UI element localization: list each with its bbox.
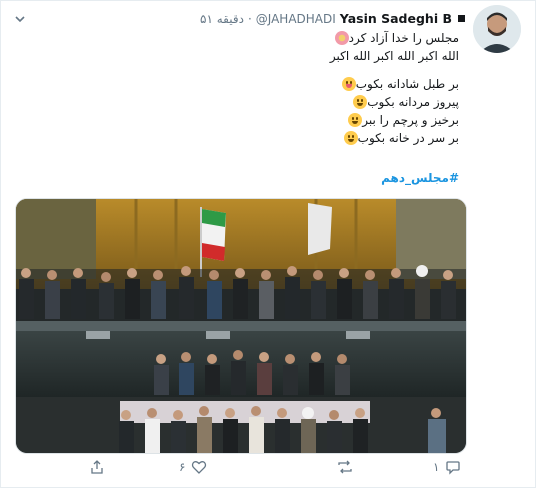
winking-tongue-face-icon <box>341 77 356 91</box>
tweet-text: مجلس را خدا آزاد کرد الله اکبر الله اکبر… <box>79 29 459 147</box>
winking-face-icon <box>353 95 368 109</box>
tweet-line: پیروز مردانه بکوب <box>79 93 459 111</box>
reply-icon <box>446 461 461 475</box>
retweet-icon <box>338 460 352 474</box>
share-button[interactable] <box>89 459 111 475</box>
tweet-line: بر طبل شادانه بکوب <box>79 75 459 93</box>
tweet-actions: ۶ ۱ <box>1 459 536 485</box>
chevron-down-icon[interactable] <box>13 12 27 26</box>
tweet-line: الله اکبر الله اکبر الله اکبر <box>329 49 459 63</box>
grinning-squint-face-icon <box>348 113 363 127</box>
hashtag-link[interactable]: #مجلس_دهم <box>381 171 459 185</box>
retweet-button[interactable] <box>331 459 353 475</box>
flag-icon <box>458 15 465 22</box>
like-button[interactable]: ۶ <box>179 459 207 475</box>
grinning-sweat-face-icon <box>343 131 358 145</box>
tweet-meta: ۵۱ دقیقه · @JAHADHADI Yasin Sadeghi B <box>200 11 465 26</box>
tweet-line: برخیز و پرچم را ببر <box>79 111 459 129</box>
author-name[interactable]: Yasin Sadeghi B <box>340 11 452 26</box>
like-count: ۶ <box>179 460 186 474</box>
tweet-line: بر سر در خانه بکوب <box>79 129 459 147</box>
tweet-line: مجلس را خدا آزاد کرد <box>79 29 459 47</box>
avatar[interactable] <box>473 5 521 53</box>
tweet-card[interactable]: ۵۱ دقیقه · @JAHADHADI Yasin Sadeghi B مج… <box>0 0 536 488</box>
cherry-blossom-icon <box>334 31 349 45</box>
reply-button[interactable]: ۱ <box>433 459 461 475</box>
tweet-time[interactable]: ۵۱ دقیقه <box>200 12 244 26</box>
heart-icon <box>192 461 207 474</box>
parliament-photo <box>16 199 466 453</box>
reply-count: ۱ <box>433 460 440 474</box>
share-icon <box>91 460 103 474</box>
author-handle[interactable]: @JAHADHADI <box>256 12 336 26</box>
meta-separator: · <box>247 11 252 26</box>
tweet-photo[interactable] <box>15 198 467 454</box>
tweet-header: ۵۱ دقیقه · @JAHADHADI Yasin Sadeghi B <box>1 9 536 29</box>
